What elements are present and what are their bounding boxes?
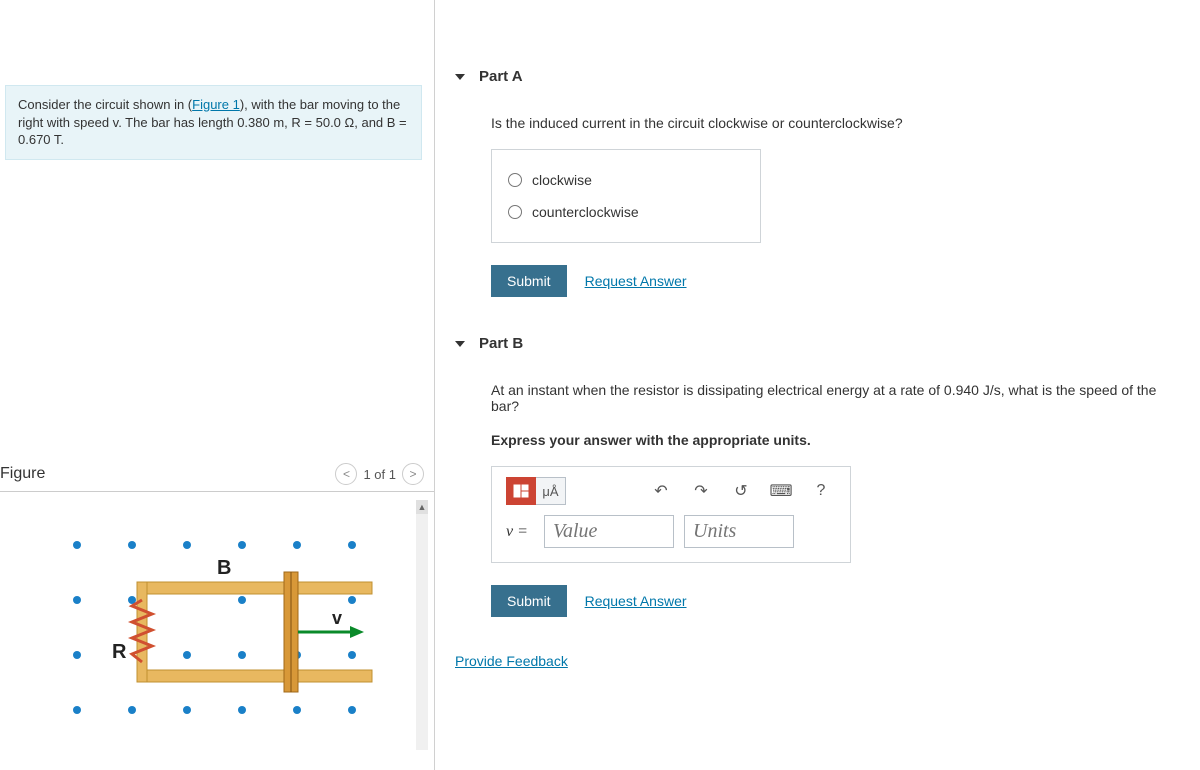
label-R: R	[112, 641, 127, 663]
keyboard-icon[interactable]: ⌨	[766, 477, 796, 505]
label-B: B	[217, 557, 231, 579]
part-a-options: clockwise counterclockwise	[491, 149, 761, 243]
pager-next-button[interactable]: >	[402, 463, 424, 485]
variable-label: v =	[506, 523, 534, 541]
option-counterclockwise[interactable]: counterclockwise	[492, 196, 760, 228]
option-clockwise-label: clockwise	[532, 172, 592, 188]
answer-toolbar: μÅ ↶ ↷ ↺ ⌨ ?	[506, 477, 836, 515]
part-b-submit-button[interactable]: Submit	[491, 585, 567, 617]
pager-prev-button[interactable]: <	[335, 463, 357, 485]
units-symbol-button[interactable]: μÅ	[536, 477, 566, 505]
part-a-question: Is the induced current in the circuit cl…	[491, 115, 1180, 131]
help-icon[interactable]: ?	[806, 477, 836, 505]
part-b-question: At an instant when the resistor is dissi…	[491, 382, 1180, 414]
units-input[interactable]	[684, 515, 794, 548]
figure-image: ▲	[0, 500, 434, 750]
pager-label: 1 of 1	[363, 467, 396, 482]
provide-feedback-link[interactable]: Provide Feedback	[455, 653, 568, 669]
part-b-label: Part B	[479, 335, 523, 352]
redo-icon[interactable]: ↷	[686, 477, 716, 505]
part-a-submit-button[interactable]: Submit	[491, 265, 567, 297]
undo-icon[interactable]: ↶	[646, 477, 676, 505]
problem-text-pre: Consider the circuit shown in (	[18, 97, 192, 112]
caret-down-icon	[455, 74, 465, 80]
part-a-request-answer-link[interactable]: Request Answer	[585, 273, 687, 289]
part-a-header[interactable]: Part A	[455, 50, 1180, 101]
reset-icon[interactable]: ↺	[726, 477, 756, 505]
figure-scrollbar[interactable]: ▲	[416, 500, 428, 750]
scroll-up-icon[interactable]: ▲	[416, 500, 428, 514]
part-b-header[interactable]: Part B	[455, 317, 1180, 368]
radio-clockwise[interactable]	[508, 173, 522, 187]
template-icon[interactable]	[506, 477, 536, 505]
option-counterclockwise-label: counterclockwise	[532, 204, 639, 220]
part-a-label: Part A	[479, 68, 523, 85]
part-b-request-answer-link[interactable]: Request Answer	[585, 593, 687, 609]
radio-counterclockwise[interactable]	[508, 205, 522, 219]
label-v: v	[332, 608, 342, 628]
option-clockwise[interactable]: clockwise	[492, 164, 760, 196]
value-input[interactable]	[544, 515, 674, 548]
problem-statement: Consider the circuit shown in (Figure 1)…	[5, 85, 422, 160]
caret-down-icon	[455, 341, 465, 347]
figure-link[interactable]: Figure 1	[192, 97, 240, 112]
figure-pager: < 1 of 1 >	[335, 463, 424, 485]
figure-panel: Figure < 1 of 1 > ▲	[0, 457, 434, 750]
figure-title: Figure	[0, 465, 45, 483]
part-b-answer-box: μÅ ↶ ↷ ↺ ⌨ ? v =	[491, 466, 851, 563]
part-b-instruction: Express your answer with the appropriate…	[491, 432, 1180, 448]
